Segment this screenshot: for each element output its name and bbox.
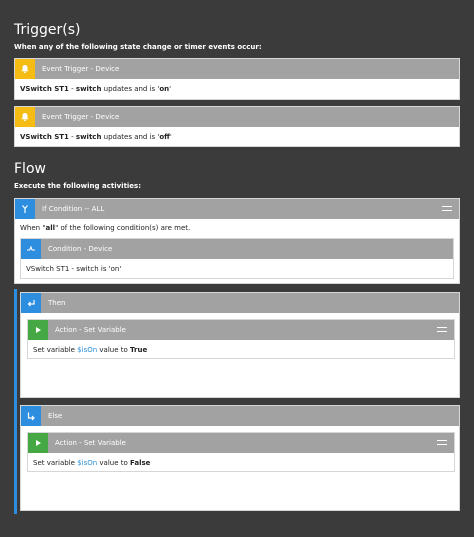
triggers-subtitle: When any of the following state change o…: [14, 43, 262, 51]
then-action-variable: $isOn: [77, 345, 98, 354]
trigger-2-attribute: switch: [75, 133, 102, 141]
flow-branch-bar: [14, 289, 17, 514]
then-action-value: True: [130, 345, 148, 354]
then-title: Then: [48, 299, 66, 307]
then-action-mid: value to: [97, 345, 131, 354]
else-card[interactable]: Else Action - Set Variable Set variable …: [20, 405, 460, 511]
then-action-pre: Set variable: [33, 345, 78, 354]
else-action-card[interactable]: Action - Set Variable Set variable $isOn…: [27, 432, 455, 472]
trigger-card-1-header[interactable]: Event Trigger - Device: [15, 59, 459, 79]
if-condition-title: If Condition -- ALL: [42, 205, 105, 213]
trigger-card-2-header[interactable]: Event Trigger - Device: [15, 107, 459, 127]
if-condition-header[interactable]: If Condition -- ALL: [15, 199, 459, 219]
else-header[interactable]: Else: [21, 406, 459, 426]
menu-icon[interactable]: [442, 206, 452, 211]
if-desc-post: " of the following condition(s) are met.: [55, 224, 191, 232]
then-card[interactable]: Then Action - Set Variable Set variable …: [20, 292, 460, 398]
bell-icon: [15, 107, 35, 127]
then-header[interactable]: Then: [21, 293, 459, 313]
else-title: Else: [48, 412, 63, 420]
bell-icon: [15, 59, 35, 79]
then-action-header[interactable]: Action - Set Variable: [28, 320, 454, 340]
then-action-card[interactable]: Action - Set Variable Set variable $isOn…: [27, 319, 455, 359]
then-action-title: Action - Set Variable: [55, 326, 126, 334]
condition-icon: [21, 239, 41, 259]
else-action-title: Action - Set Variable: [55, 439, 126, 447]
if-desc-bold: all: [45, 224, 56, 232]
flow-subtitle: Execute the following activities:: [14, 182, 142, 190]
trigger-2-value: off: [159, 133, 170, 141]
condition-device-text: VSwitch ST1 - switch is 'on': [26, 265, 122, 273]
trigger-card-1[interactable]: Event Trigger - Device VSwitch ST1 - swi…: [14, 58, 460, 100]
condition-device-card[interactable]: Condition - Device VSwitch ST1 - switch …: [20, 238, 454, 279]
condition-device-header[interactable]: Condition - Device: [21, 239, 453, 259]
trigger-card-2-body: VSwitch ST1 - switch updates and is ' off…: [15, 127, 459, 147]
if-condition-card[interactable]: If Condition -- ALL When " all " of the fo…: [14, 198, 460, 284]
trigger-1-device: VSwitch ST1: [20, 85, 69, 93]
trigger-2-dash: -: [68, 133, 76, 141]
trigger-1-dash: -: [68, 85, 76, 93]
then-action-text: Set variable $isOn value to True: [28, 340, 454, 359]
merge-icon: [15, 199, 35, 219]
trigger-1-end: ': [169, 85, 172, 93]
trigger-1-attribute: switch: [75, 85, 102, 93]
if-condition-description: When " all " of the following condition(s)…: [15, 219, 459, 237]
corner-arrow-icon: [21, 406, 41, 426]
menu-icon[interactable]: [437, 327, 447, 332]
trigger-card-1-body: VSwitch ST1 - switch updates and is ' on ': [15, 79, 459, 99]
else-action-header[interactable]: Action - Set Variable: [28, 433, 454, 453]
trigger-1-middle: updates and is ': [101, 85, 160, 93]
condition-device-title: Condition - Device: [48, 245, 113, 253]
trigger-2-middle: updates and is ': [101, 133, 160, 141]
trigger-card-2[interactable]: Event Trigger - Device VSwitch ST1 - swi…: [14, 106, 460, 147]
else-action-variable: $isOn: [77, 458, 98, 467]
play-icon: [28, 320, 48, 340]
trigger-card-1-title: Event Trigger - Device: [42, 65, 120, 73]
else-action-mid: value to: [97, 458, 131, 467]
flow-title: Flow: [14, 161, 46, 177]
return-arrow-icon: [21, 293, 41, 313]
else-action-text: Set variable $isOn value to False: [28, 453, 454, 472]
trigger-card-2-title: Event Trigger - Device: [42, 113, 120, 121]
if-desc-pre: When ": [20, 224, 46, 232]
trigger-2-end: ': [169, 133, 172, 141]
trigger-2-device: VSwitch ST1: [20, 133, 69, 141]
trigger-1-value: on: [159, 85, 170, 93]
else-action-value: False: [130, 458, 151, 467]
menu-icon[interactable]: [437, 440, 447, 445]
triggers-title: Trigger(s): [14, 22, 81, 38]
play-icon: [28, 433, 48, 453]
else-action-pre: Set variable: [33, 458, 78, 467]
